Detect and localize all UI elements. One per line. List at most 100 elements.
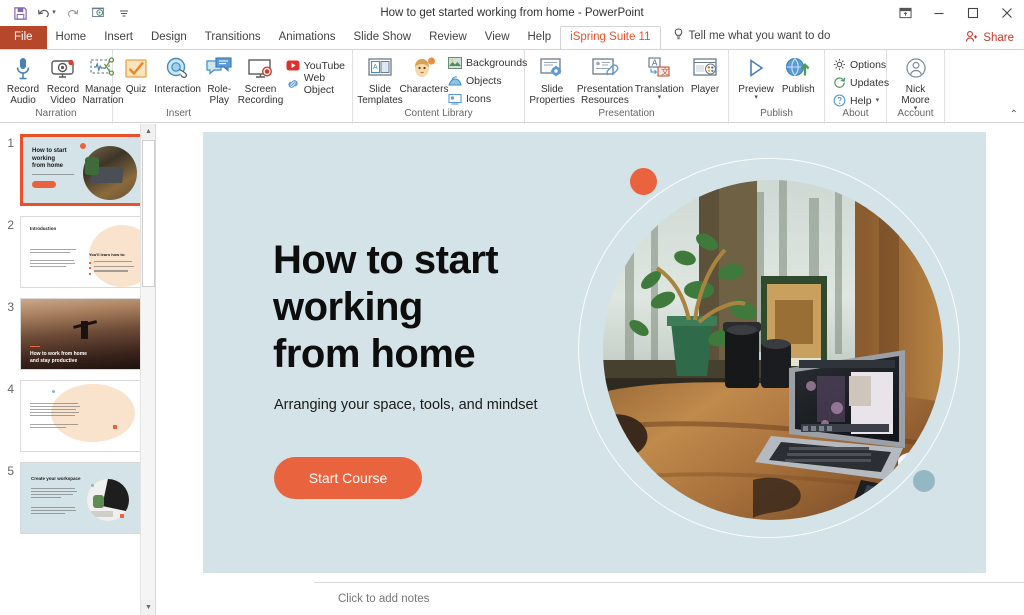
scroll-up-arrow-icon[interactable]: ▲ (141, 124, 156, 139)
close-icon[interactable] (990, 0, 1024, 26)
slide-editor-area: How to start working from home Arranging… (157, 124, 1024, 615)
notes-pane[interactable]: Click to add notes (314, 582, 1024, 615)
icons-button[interactable]: Icons (444, 91, 531, 106)
start-presentation-icon[interactable] (86, 2, 110, 24)
share-button[interactable]: Share (965, 30, 1014, 46)
thumbnail-slide-3[interactable]: 3 How to work from homeand stay producti… (0, 298, 156, 370)
start-course-button[interactable]: Start Course (274, 457, 422, 499)
translation-button[interactable]: A文 Translation ▾ (634, 52, 685, 101)
ribbon-group-about: Options Updates Help ▾ (825, 50, 887, 124)
slide-photo-group[interactable] (573, 140, 973, 565)
slide-canvas-region[interactable]: How to start working from home Arranging… (157, 124, 1024, 582)
scrollbar-thumb[interactable] (142, 140, 155, 287)
thumbnail-slide-1[interactable]: 1 How to startworkingfrom home (0, 134, 156, 206)
thumbnail-slide-2-canvas[interactable]: Introduction You'll learn how to: (20, 216, 146, 288)
maximize-icon[interactable] (956, 0, 990, 26)
preview-button[interactable]: Preview ▾ (734, 52, 778, 101)
slide-title-line-3: from home (273, 332, 475, 376)
tell-me-search[interactable]: Tell me what you want to do (661, 24, 841, 49)
slide-title[interactable]: How to start working from home (273, 237, 603, 378)
help-dropdown-icon[interactable]: ▾ (876, 98, 880, 104)
publish-button[interactable]: Publish (778, 52, 819, 95)
thumbnail-slide-3-canvas[interactable]: How to work from homeand stay productive (20, 298, 146, 370)
record-video-button[interactable]: RecordVideo (43, 52, 83, 106)
slide-templates-label: SlideTemplates (357, 84, 403, 106)
decorative-dot-orange (630, 168, 657, 195)
thumbnail-slide-1-canvas[interactable]: How to startworkingfrom home (20, 134, 146, 206)
tab-ispring-suite-11[interactable]: iSpring Suite 11 (560, 26, 660, 49)
slide-properties-button[interactable]: SlideProperties (528, 52, 576, 106)
microphone-icon (12, 54, 34, 82)
youtube-label: YouTube (304, 60, 345, 72)
record-video-label: RecordVideo (47, 84, 79, 106)
thumbnail-slide-4[interactable]: 4 (0, 380, 156, 452)
thumbnail-slide-5-canvas[interactable]: Create your workspace (20, 462, 146, 534)
slide-number-5: 5 (0, 462, 20, 534)
presentation-resources-button[interactable]: PresentationResources (576, 52, 634, 106)
ribbon-display-options-icon[interactable] (888, 0, 922, 26)
undo-dropdown-icon[interactable]: ▾ (52, 10, 56, 16)
slide-template-icon: A (366, 54, 394, 82)
tab-animations[interactable]: Animations (270, 26, 345, 49)
tab-insert[interactable]: Insert (95, 26, 142, 49)
characters-button[interactable]: Characters (404, 52, 444, 95)
scroll-down-arrow-icon[interactable]: ▼ (141, 600, 156, 615)
thumb-4-body2 (30, 424, 78, 430)
workspace-photo[interactable] (603, 180, 943, 520)
tab-home[interactable]: Home (47, 26, 96, 49)
record-audio-label: RecordAudio (7, 84, 39, 106)
minimize-icon[interactable] (922, 0, 956, 26)
web-object-button[interactable]: Web Object (282, 76, 349, 91)
help-button[interactable]: Help ▾ (828, 93, 893, 108)
account-label: NickMoore (901, 84, 929, 106)
interaction-button[interactable]: Interaction (156, 52, 199, 95)
tab-design[interactable]: Design (142, 26, 196, 49)
redo-icon[interactable] (60, 2, 84, 24)
icons-label: Icons (466, 93, 491, 105)
record-audio-button[interactable]: RecordAudio (3, 52, 43, 106)
help-label: Help (850, 95, 872, 107)
translation-dropdown-icon[interactable]: ▾ (658, 95, 662, 101)
backgrounds-button[interactable]: Backgrounds (444, 55, 531, 70)
account-button[interactable]: NickMoore ▾ (896, 52, 936, 112)
tab-view[interactable]: View (476, 26, 519, 49)
role-play-button[interactable]: Role-Play (199, 52, 239, 106)
tab-help[interactable]: Help (519, 26, 561, 49)
svg-text:A: A (373, 64, 378, 71)
updates-button[interactable]: Updates (828, 75, 893, 90)
slide-subtitle[interactable]: Arranging your space, tools, and mindset (274, 397, 538, 413)
gear-icon (832, 58, 846, 72)
preview-dropdown-icon[interactable]: ▾ (754, 95, 758, 101)
translation-icon: A文 (645, 54, 673, 82)
role-play-label: Role-Play (207, 84, 231, 106)
thumb-5-body2 (31, 507, 76, 516)
player-button[interactable]: Player (685, 52, 725, 95)
tab-review[interactable]: Review (420, 26, 476, 49)
collapse-ribbon-icon[interactable]: ⌃ (1010, 109, 1018, 120)
quiz-button[interactable]: Quiz (116, 52, 156, 95)
save-icon[interactable] (8, 2, 32, 24)
slide-templates-button[interactable]: A SlideTemplates (356, 52, 404, 106)
screen-recording-button[interactable]: ScreenRecording (239, 52, 281, 106)
ribbon-group-content-library: A SlideTemplates Characters Backgr (353, 50, 525, 124)
undo-icon[interactable]: ▾ (34, 2, 58, 24)
tab-transitions[interactable]: Transitions (196, 26, 270, 49)
ribbon-group-account: NickMoore ▾ Account (887, 50, 945, 124)
objects-icon (448, 74, 462, 88)
thumbnail-panel-scrollbar[interactable]: ▲ ▼ (140, 124, 155, 615)
options-button[interactable]: Options (828, 57, 893, 72)
ribbon-tab-bar: File Home Insert Design Transitions Anim… (0, 26, 1024, 49)
slide-thumbnail-panel[interactable]: 1 How to startworkingfrom home 2 Introdu… (0, 124, 156, 615)
interaction-label: Interaction (154, 84, 201, 95)
thumbnail-slide-4-canvas[interactable] (20, 380, 146, 452)
thumbnail-slide-2[interactable]: 2 Introduction You'll learn how to: (0, 216, 156, 288)
objects-button[interactable]: Objects (444, 73, 531, 88)
current-slide[interactable]: How to start working from home Arranging… (203, 132, 986, 573)
tab-file[interactable]: File (0, 26, 47, 49)
customize-quick-access-icon[interactable] (112, 2, 136, 24)
thumbnail-slide-5[interactable]: 5 Create your workspace (0, 462, 156, 534)
slide-number-4: 4 (0, 380, 20, 452)
question-circle-icon (832, 94, 846, 108)
ribbon-group-presentation: SlideProperties PresentationResources A文… (525, 50, 729, 124)
tab-slide-show[interactable]: Slide Show (345, 26, 421, 49)
